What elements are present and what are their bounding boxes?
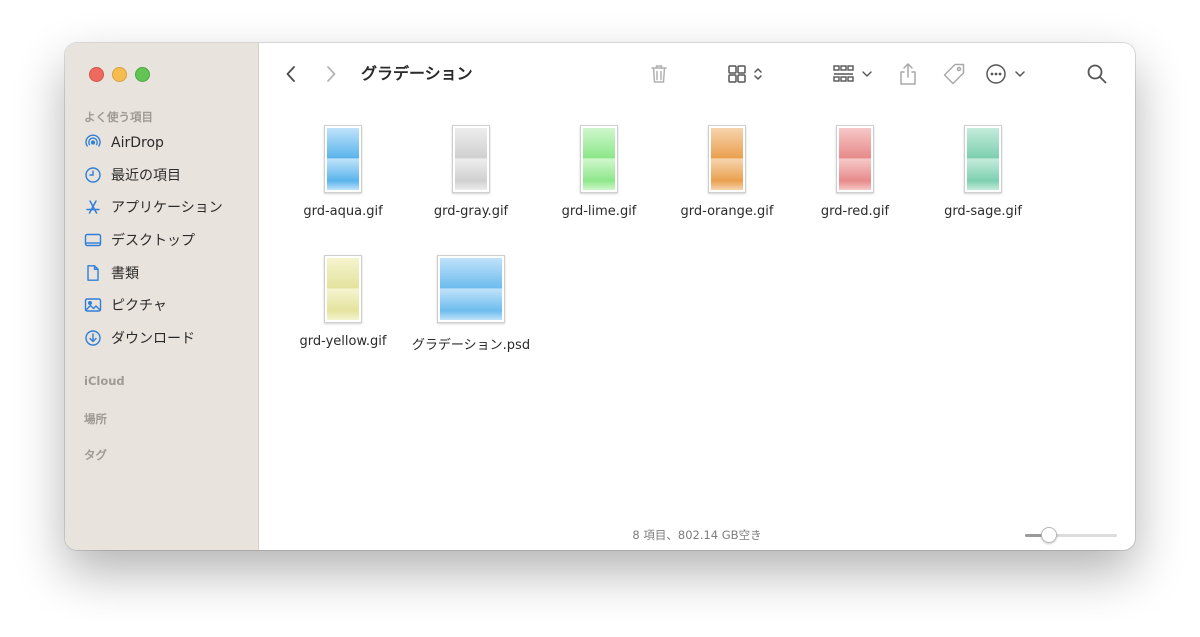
file-item[interactable]: grd-red.gif: [791, 121, 919, 241]
view-mode-button[interactable]: [727, 62, 771, 86]
sidebar-item-applications[interactable]: アプリケーション: [84, 195, 249, 219]
group-button[interactable]: [832, 62, 876, 86]
file-thumbnail: [324, 125, 362, 193]
trash-icon: [649, 63, 669, 85]
locations-heading[interactable]: 場所: [84, 411, 107, 427]
window-title: グラデーション: [361, 64, 473, 83]
file-name: grd-gray.gif: [433, 204, 509, 219]
back-button[interactable]: [281, 62, 301, 86]
search-icon: [1086, 63, 1108, 85]
download-icon: [84, 329, 102, 347]
minimize-window-button[interactable]: [112, 67, 127, 82]
file-name: grd-red.gif: [820, 204, 890, 219]
file-name: grd-sage.gif: [944, 204, 1022, 219]
file-item[interactable]: grd-aqua.gif: [279, 121, 407, 241]
chevron-left-icon: [285, 65, 297, 83]
ellipsis-circle-icon: [985, 63, 1029, 85]
icon-size-slider[interactable]: [1025, 527, 1117, 543]
file-grid: grd-aqua.gif grd-gray.gif grd-lime.gif g…: [259, 103, 1135, 520]
tag-button[interactable]: [941, 62, 967, 86]
grid-view-icon: [727, 64, 771, 84]
clock-icon: [84, 166, 102, 184]
file-item[interactable]: grd-lime.gif: [535, 121, 663, 241]
group-icon: [832, 64, 876, 84]
file-thumbnail: [437, 255, 505, 323]
toolbar: グラデーション: [259, 43, 1135, 103]
airdrop-icon: [84, 134, 102, 152]
file-name: grd-lime.gif: [561, 204, 637, 219]
applications-icon: [84, 198, 102, 216]
share-icon: [897, 62, 919, 86]
chevron-right-icon: [325, 65, 337, 83]
sidebar-item-recents[interactable]: 最近の項目: [84, 163, 249, 187]
sidebar-item-documents[interactable]: 書類: [84, 261, 249, 285]
file-item[interactable]: グラデーション.psd: [407, 251, 535, 371]
photo-icon: [84, 296, 102, 314]
desktop-icon: [84, 231, 102, 249]
sidebar-item-downloads[interactable]: ダウンロード: [84, 326, 249, 350]
file-item[interactable]: grd-orange.gif: [663, 121, 791, 241]
trash-button[interactable]: [647, 62, 671, 86]
status-text: 8 項目、802.14 GB空き: [632, 528, 762, 542]
sidebar-item-label: 最近の項目: [111, 168, 181, 184]
sidebar-item-label: 書類: [111, 266, 139, 282]
sidebar-item-label: ダウンロード: [111, 331, 195, 347]
file-thumbnail: [324, 255, 362, 323]
file-item[interactable]: grd-yellow.gif: [279, 251, 407, 371]
file-name: グラデーション.psd: [411, 338, 531, 353]
sidebar-item-label: デスクトップ: [111, 233, 195, 249]
zoom-window-button[interactable]: [135, 67, 150, 82]
sidebar-item-label: ピクチャ: [111, 298, 167, 314]
more-actions-button[interactable]: [985, 62, 1029, 86]
file-name: grd-yellow.gif: [299, 334, 387, 349]
sidebar-item-pictures[interactable]: ピクチャ: [84, 293, 249, 317]
file-thumbnail: [580, 125, 618, 193]
sidebar-item-airdrop[interactable]: AirDrop: [84, 131, 249, 155]
share-button[interactable]: [896, 62, 920, 86]
tag-icon: [942, 62, 966, 86]
status-bar: 8 項目、802.14 GB空き: [259, 520, 1135, 550]
icloud-heading[interactable]: iCloud: [84, 374, 125, 388]
file-item[interactable]: grd-sage.gif: [919, 121, 1047, 241]
file-thumbnail: [708, 125, 746, 193]
sidebar-item-desktop[interactable]: デスクトップ: [84, 228, 249, 252]
file-thumbnail: [452, 125, 490, 193]
sidebar: よく使う項目 AirDrop 最近の項目 アプリケーション デスクトップ 書類 …: [65, 43, 259, 550]
file-name: grd-aqua.gif: [303, 204, 383, 219]
file-thumbnail: [836, 125, 874, 193]
sidebar-item-label: アプリケーション: [111, 200, 223, 216]
document-icon: [84, 264, 102, 282]
tags-heading[interactable]: タグ: [84, 447, 107, 463]
file-item[interactable]: grd-gray.gif: [407, 121, 535, 241]
finder-window: よく使う項目 AirDrop 最近の項目 アプリケーション デスクトップ 書類 …: [65, 43, 1135, 550]
file-name: grd-orange.gif: [680, 204, 774, 219]
close-window-button[interactable]: [89, 67, 104, 82]
slider-knob[interactable]: [1040, 527, 1057, 543]
sidebar-item-label: AirDrop: [111, 135, 164, 151]
forward-button[interactable]: [321, 62, 341, 86]
search-button[interactable]: [1085, 62, 1109, 86]
favorites-heading: よく使う項目: [84, 110, 153, 124]
file-thumbnail: [964, 125, 1002, 193]
